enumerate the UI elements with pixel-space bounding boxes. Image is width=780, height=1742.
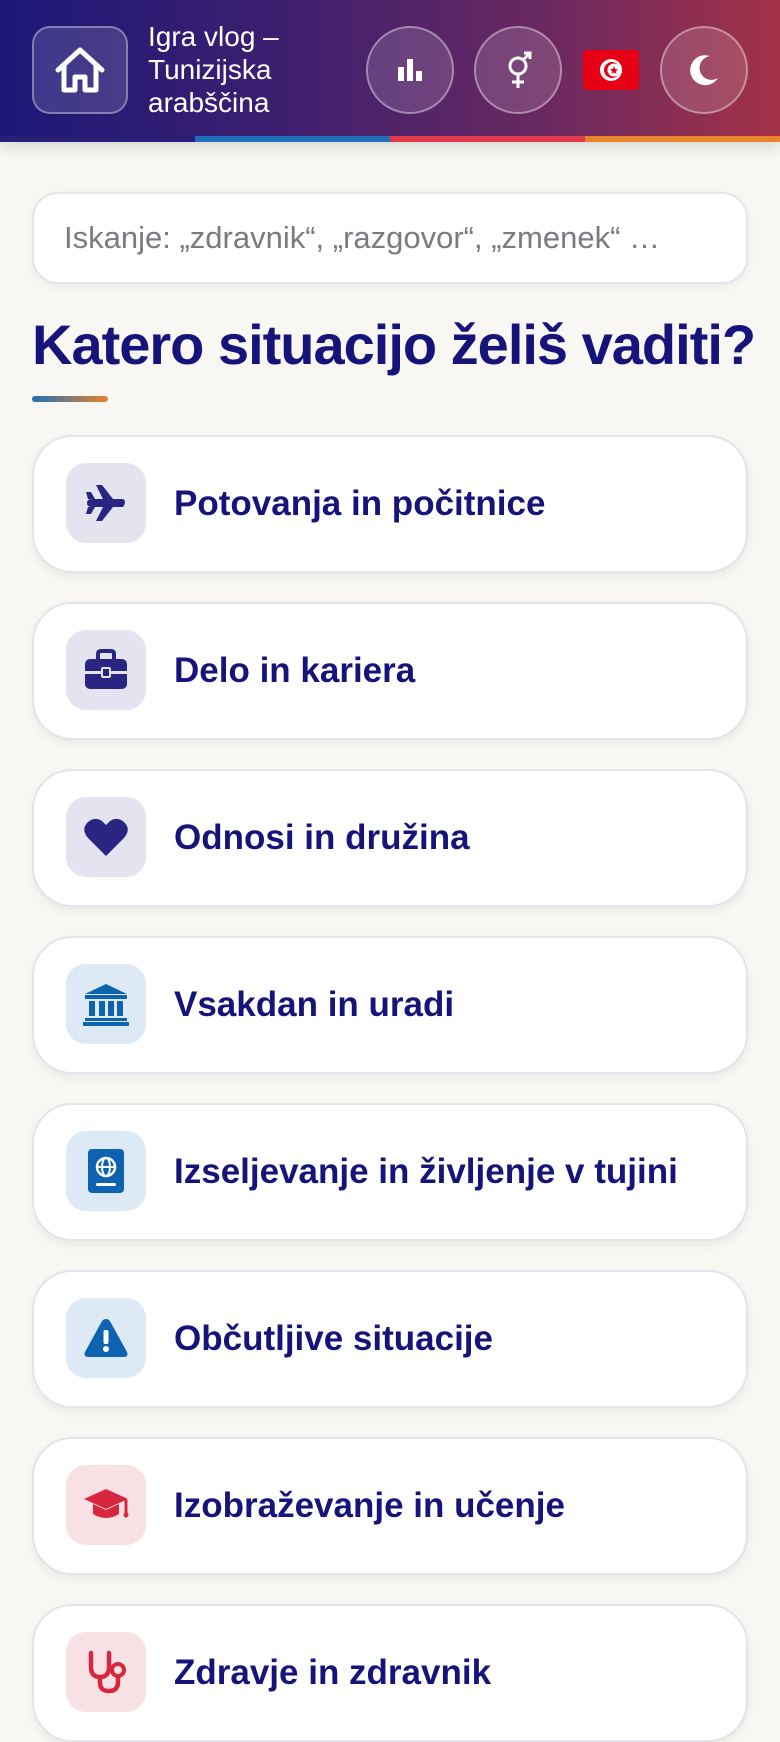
category-label: Občutljive situacije [174, 1319, 493, 1358]
gender-button[interactable] [474, 26, 562, 114]
warning-icon [66, 1298, 146, 1378]
gender-icon [508, 51, 532, 88]
page-heading: Katero situacijo želiš vaditi? [32, 313, 756, 376]
header-accent-stripe [0, 136, 780, 142]
category-card-health[interactable]: Zdravje in zdravnik [32, 1604, 748, 1742]
app-header: Igra vlog – Tunizijska arabščina [0, 0, 780, 142]
search-input[interactable] [32, 192, 748, 284]
home-button[interactable] [32, 26, 128, 114]
category-label: Izobraževanje in učenje [174, 1486, 565, 1525]
category-card-emigration[interactable]: Izseljevanje in življenje v tujini [32, 1103, 748, 1241]
stats-button[interactable] [366, 26, 454, 114]
graduation-cap-icon [66, 1465, 146, 1545]
airplane-icon [66, 463, 146, 543]
briefcase-icon [66, 630, 146, 710]
home-icon [55, 47, 105, 93]
category-label: Izseljevanje in življenje v tujini [174, 1152, 678, 1191]
category-card-education[interactable]: Izobraževanje in učenje [32, 1437, 748, 1575]
moon-icon [690, 55, 718, 86]
category-label: Zdravje in zdravnik [174, 1653, 492, 1692]
passport-icon [66, 1131, 146, 1211]
category-card-everyday[interactable]: Vsakdan in uradi [32, 936, 748, 1074]
heading-underline [32, 396, 108, 402]
category-card-relationships[interactable]: Odnosi in družina [32, 769, 748, 907]
stethoscope-icon [66, 1632, 146, 1712]
category-card-work[interactable]: Delo in kariera [32, 602, 748, 740]
category-label: Vsakdan in uradi [174, 985, 455, 1024]
category-label: Delo in kariera [174, 651, 416, 690]
category-label: Odnosi in družina [174, 818, 470, 857]
category-card-travel[interactable]: Potovanja in počitnice [32, 435, 748, 573]
heart-icon [66, 797, 146, 877]
language-flag-button[interactable] [583, 50, 639, 90]
category-label: Potovanja in počitnice [174, 484, 546, 523]
tunisia-flag-icon [583, 50, 639, 90]
bank-icon [66, 964, 146, 1044]
bar-chart-icon [398, 59, 422, 81]
app-title: Igra vlog – Tunizijska arabščina [148, 21, 279, 118]
category-card-sensitive[interactable]: Občutljive situacije [32, 1270, 748, 1408]
theme-toggle-button[interactable] [660, 26, 748, 114]
